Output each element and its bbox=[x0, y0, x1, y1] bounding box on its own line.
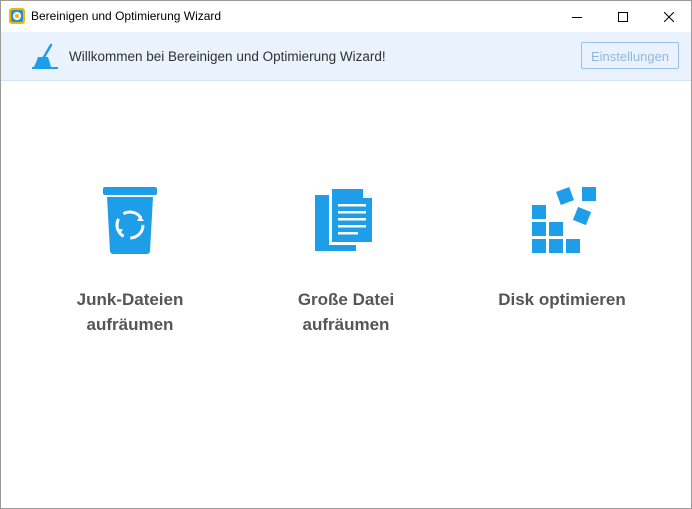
settings-button[interactable]: Einstellungen bbox=[581, 42, 679, 69]
minimize-icon bbox=[572, 16, 582, 18]
welcome-banner: Willkommen bei Bereinigen und Optimierun… bbox=[1, 32, 691, 81]
junk-files-label-line2: aufräumen bbox=[86, 315, 174, 334]
disk-optimize-label: Disk optimieren bbox=[462, 287, 662, 312]
large-files-label-line1: Große Datei bbox=[297, 290, 395, 309]
disk-optimize-button[interactable]: Disk optimieren bbox=[462, 161, 662, 361]
maximize-icon bbox=[618, 11, 628, 22]
minimize-button[interactable] bbox=[554, 1, 600, 32]
documents-icon bbox=[315, 186, 376, 251]
window-title: Bereinigen und Optimierung Wizard bbox=[31, 9, 222, 23]
recycle-bin-icon bbox=[103, 187, 157, 254]
welcome-text: Willkommen bei Bereinigen und Optimierun… bbox=[69, 49, 386, 64]
close-button[interactable] bbox=[646, 1, 691, 32]
large-files-label-line2: aufräumen bbox=[302, 315, 390, 334]
junk-files-label: Junk-Dateien aufräumen bbox=[30, 287, 230, 337]
disk-blocks-icon bbox=[532, 187, 596, 253]
large-files-label: Große Datei aufräumen bbox=[246, 287, 446, 337]
maximize-button[interactable] bbox=[600, 1, 646, 32]
junk-files-label-line1: Junk-Dateien bbox=[76, 290, 184, 309]
title-bar[interactable]: Bereinigen und Optimierung Wizard bbox=[1, 1, 691, 32]
close-icon bbox=[664, 11, 674, 22]
wizard-window: Bereinigen und Optimierung Wizard Willko… bbox=[0, 0, 692, 509]
disk-optimize-label-line1: Disk optimieren bbox=[498, 290, 626, 309]
broom-icon bbox=[32, 43, 58, 69]
app-icon bbox=[9, 8, 25, 24]
large-files-cleanup-button[interactable]: Große Datei aufräumen bbox=[246, 161, 446, 361]
junk-files-cleanup-button[interactable]: Junk-Dateien aufräumen bbox=[30, 161, 230, 361]
